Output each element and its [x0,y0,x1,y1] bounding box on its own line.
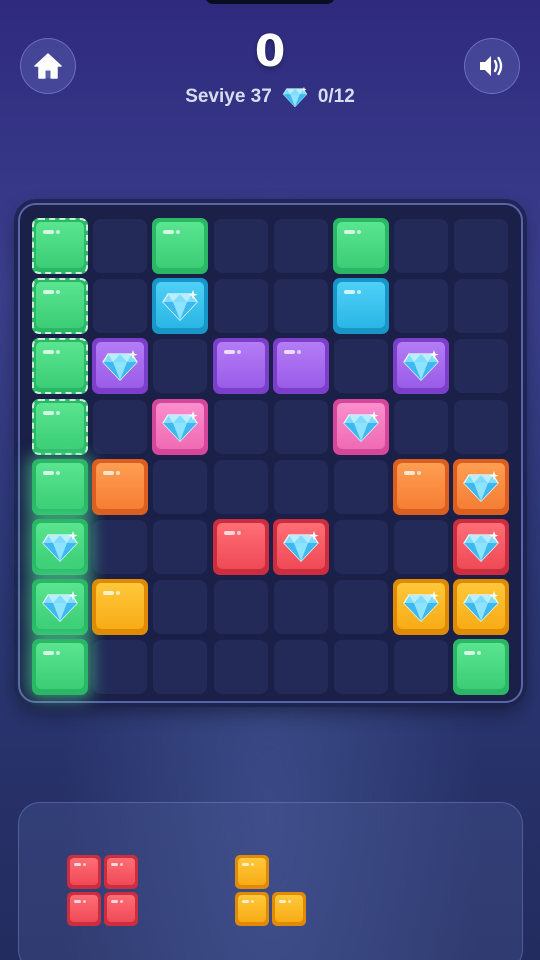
board-cell[interactable] [93,520,148,574]
gem-block [272,519,329,575]
board-cell[interactable] [334,520,388,574]
board-cell[interactable] [153,459,208,514]
block [32,218,88,274]
piece-cell [67,892,101,926]
piece-cell [235,892,269,926]
diamond-icon [463,591,500,623]
board-cell[interactable] [213,640,268,695]
board-cell[interactable] [213,459,268,514]
board-cell[interactable] [394,279,449,334]
board-cell[interactable] [334,640,388,695]
diamond-icon [403,350,440,382]
board-cell[interactable] [93,399,148,454]
block [32,278,88,335]
board-cell[interactable] [273,399,328,454]
board-cell[interactable] [454,339,509,394]
block [333,278,389,335]
board-cell[interactable] [93,279,148,334]
diamond-icon [403,591,440,623]
level-info: Seviye 37 0/12 [0,84,540,110]
board-cell[interactable] [213,219,268,273]
board-cell[interactable] [93,640,148,695]
board-cell[interactable] [273,279,328,334]
gem-block [453,519,510,575]
gem-block [32,579,88,636]
board-cell[interactable] [454,399,509,454]
block [32,639,88,696]
board-cell[interactable] [273,219,328,273]
board-cell[interactable] [394,219,449,273]
board-cell[interactable] [394,640,449,695]
diamond-icon [162,410,199,442]
gem-block [393,338,450,395]
gem-block [32,519,88,575]
block [393,458,450,515]
speaker-icon [480,56,503,76]
board-cell[interactable] [334,459,388,514]
block [333,218,389,274]
gem-block [393,579,450,636]
board-cell[interactable] [213,580,268,635]
gem-block [453,458,510,515]
gem-block [453,579,510,636]
board-cell[interactable] [213,279,268,334]
board-cell[interactable] [213,399,268,454]
board-cell[interactable] [153,520,208,574]
tray-piece-square-2x2[interactable] [67,855,141,929]
diamond-icon [282,531,319,562]
score: 0 [254,26,286,77]
piece-tray [18,802,523,960]
diamond-icon [42,531,78,562]
board-cell[interactable] [153,339,208,394]
board-cell[interactable] [273,459,328,514]
board-cell[interactable] [273,640,328,695]
device-notch [205,0,335,4]
block [272,338,329,395]
game-board [18,203,523,703]
board-cell[interactable] [334,580,388,635]
board-cell[interactable] [334,339,388,394]
block [92,579,149,636]
block [92,458,149,515]
block [212,338,269,395]
gem-block [333,398,389,455]
board-cell[interactable] [153,580,208,635]
board-cell[interactable] [93,219,148,273]
gem-block [152,278,209,335]
board-cell[interactable] [153,640,208,695]
diamond-icon [42,591,78,623]
block [212,519,269,575]
board-cell[interactable] [273,580,328,635]
block [453,639,510,696]
block [32,398,88,455]
board-cell[interactable] [454,219,509,273]
diamond-icon [343,410,379,442]
board-cell[interactable] [394,399,449,454]
block [32,458,88,515]
piece-cell [104,855,138,889]
piece-cell [235,855,269,889]
diamond-icon [463,470,500,502]
diamond-icon [162,290,199,322]
block [152,218,209,274]
board-cell[interactable] [394,520,449,574]
tray-piece-corner-l[interactable] [235,855,309,929]
board-cell[interactable] [454,279,509,334]
diamond-icon [463,531,500,562]
piece-cell [104,892,138,926]
block [32,338,88,395]
gem-block [92,338,149,395]
level-label: Seviye 37 [185,86,272,107]
diamond-icon [102,350,139,382]
diamond-icon [282,86,308,108]
gem-counter: 0/12 [317,86,355,107]
piece-cell [272,892,306,926]
gem-block [152,398,209,455]
piece-cell [67,855,101,889]
